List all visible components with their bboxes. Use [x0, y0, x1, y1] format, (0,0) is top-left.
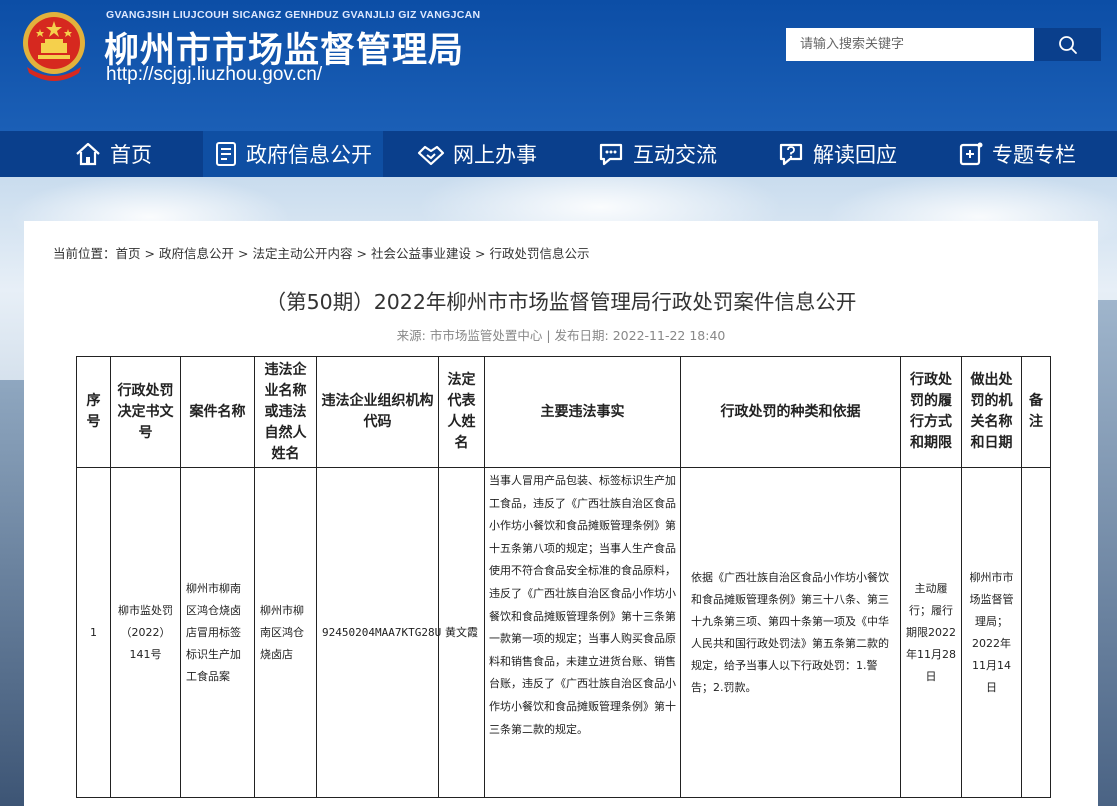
topic-icon	[959, 142, 983, 166]
city-skyline-left	[0, 380, 24, 806]
cell-remark	[1021, 467, 1051, 798]
meta-divider: |	[546, 328, 551, 343]
nav-item-label: 网上办事	[453, 143, 537, 167]
breadcrumb-separator: >	[144, 246, 156, 261]
column-header: 做出处罚的机关名称和日期	[961, 356, 1022, 468]
cell-facts: 当事人冒用产品包装、标签标识生产加工食品，违反了《广西壮族自治区食品小作坊小餐饮…	[484, 467, 681, 798]
breadcrumb-gov-info[interactable]: 政府信息公开	[159, 246, 234, 261]
breadcrumb-home[interactable]: 首页	[116, 246, 141, 261]
search-icon	[1058, 35, 1077, 54]
search-button[interactable]	[1034, 28, 1101, 61]
column-header: 案件名称	[180, 356, 255, 468]
column-header: 主要违法事实	[484, 356, 681, 468]
penalty-table: 序号 行政处罚决定书文号 案件名称 违法企业名称或违法自然人姓名 违法企业组织机…	[76, 356, 1051, 798]
cell-company: 柳州市柳南区鸿仓烧卤店	[254, 467, 317, 798]
column-header: 违法企业名称或违法自然人姓名	[254, 356, 317, 468]
cell-doc-no: 柳市监处罚（2022）141号	[110, 467, 181, 798]
nav-item-topics[interactable]: 专题专栏	[942, 131, 1092, 177]
cell-org-code: 92450204MAA7KTG28U	[316, 467, 441, 798]
breadcrumb-penalty-info[interactable]: 行政处罚信息公示	[490, 246, 590, 261]
cell-execution: 主动履行；履行期限2022年11月28日	[900, 467, 962, 798]
cell-legal-rep: 黄文霞	[438, 467, 485, 798]
chat-icon	[599, 143, 623, 166]
site-pinyin: GVANGJSIH LIUJCOUH SICANGZ GENHDUZ GVANJ…	[106, 9, 481, 21]
column-header: 备注	[1021, 356, 1051, 468]
handshake-icon	[417, 145, 445, 166]
cell-basis: 依据《广西壮族自治区食品小作坊小餐饮和食品摊贩管理条例》第三十八条、第三十九条第…	[680, 467, 901, 798]
source-label: 来源:	[396, 328, 426, 343]
column-header: 行政处罚决定书文号	[110, 356, 181, 468]
table-header-row: 序号 行政处罚决定书文号 案件名称 违法企业名称或违法自然人姓名 违法企业组织机…	[76, 356, 1051, 468]
cell-no: 1	[76, 467, 111, 798]
document-icon	[216, 142, 236, 166]
search-input[interactable]	[786, 28, 1034, 61]
column-header: 法定代表人姓名	[438, 356, 485, 468]
column-header: 违法企业组织机构代码	[316, 356, 439, 468]
cell-case-name: 柳州市柳南区鸿仓烧卤店冒用标签标识生产加工食品案	[180, 467, 255, 798]
breadcrumb-public-welfare[interactable]: 社会公益事业建设	[371, 246, 471, 261]
nav-item-home[interactable]: 首页	[60, 131, 166, 177]
nav-item-label: 解读回应	[813, 143, 897, 167]
nav-item-interpretation[interactable]: 解读回应	[762, 131, 912, 177]
source-value: 市市场监管处置中心	[429, 328, 543, 343]
table-row: 1 柳市监处罚（2022）141号 柳州市柳南区鸿仓烧卤店冒用标签标识生产加工食…	[76, 467, 1051, 798]
cell-authority: 柳州市市场监督管理局；2022年11月14日	[961, 467, 1022, 798]
site-url[interactable]: http://scjgj.liuzhou.gov.cn/	[106, 64, 322, 86]
content-panel: 当前位置：首页 > 政府信息公开 > 法定主动公开内容 > 社会公益事业建设 > 行政处罚信息公…	[24, 221, 1098, 806]
breadcrumb-separator: >	[475, 246, 486, 261]
column-header: 行政处罚的种类和依据	[680, 356, 901, 468]
nav-item-interaction[interactable]: 互动交流	[582, 131, 732, 177]
article-meta: 来源: 市市场监管处置中心 | 发布日期: 2022-11-22 18:40	[24, 325, 1098, 344]
city-skyline-right	[1098, 300, 1117, 806]
column-header: 序号	[76, 356, 111, 468]
date-value: 2022-11-22 18:40	[612, 328, 726, 343]
breadcrumb-prefix: 当前位置：	[53, 246, 116, 261]
nav-item-label: 专题专栏	[992, 143, 1076, 167]
nav-item-online-service[interactable]: 网上办事	[402, 131, 552, 177]
breadcrumb-separator: >	[238, 246, 249, 261]
nav-item-label: 首页	[110, 143, 152, 167]
nav-item-label: 政府信息公开	[246, 143, 372, 167]
national-emblem-icon	[23, 12, 85, 81]
breadcrumb: 当前位置：首页 > 政府信息公开 > 法定主动公开内容 > 社会公益事业建设 > 行政处罚信息公…	[53, 243, 590, 262]
question-icon	[779, 143, 803, 166]
column-header: 行政处罚的履行方式和期限	[900, 356, 962, 468]
article-title: （第50期）2022年柳州市市场监督管理局行政处罚案件信息公开	[265, 290, 857, 314]
nav-item-label: 互动交流	[633, 143, 717, 167]
breadcrumb-statutory-content[interactable]: 法定主动公开内容	[253, 246, 353, 261]
home-icon	[76, 142, 100, 166]
date-label: 发布日期:	[554, 328, 609, 343]
main-nav: 首页 政府信息公开 网上办事 互动交流 解读回应 专题专栏	[0, 131, 1117, 177]
nav-item-gov-info[interactable]: 政府信息公开	[203, 131, 383, 177]
breadcrumb-separator: >	[356, 246, 368, 261]
site-header: GVANGJSIH LIUJCOUH SICANGZ GENHDUZ GVANJ…	[0, 0, 1117, 131]
